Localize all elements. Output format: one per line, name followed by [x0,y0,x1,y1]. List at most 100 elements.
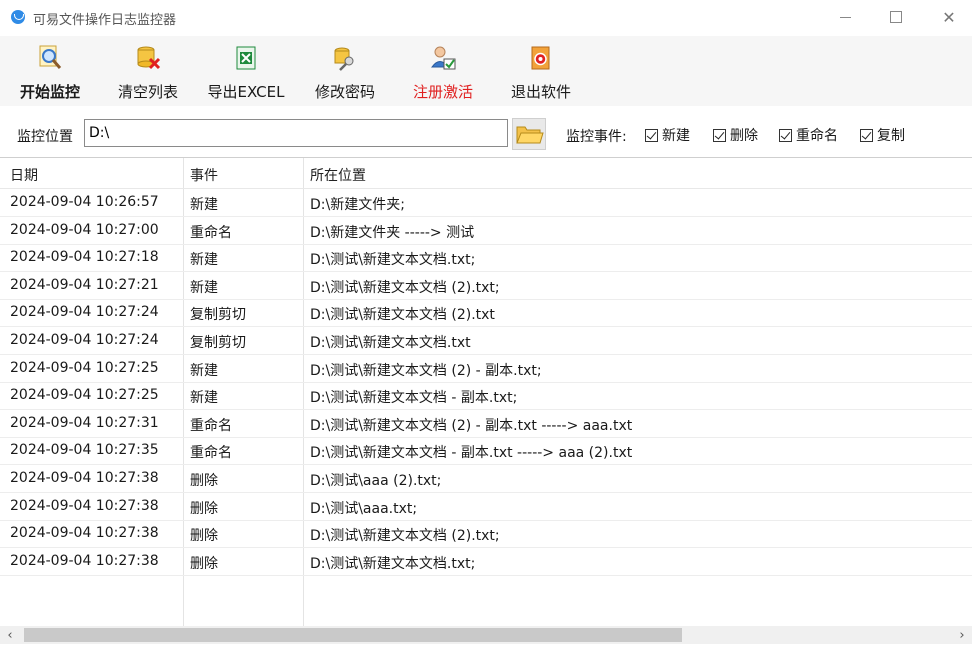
checkbox-checked-icon [713,128,726,142]
checkbox-checked-icon [860,128,873,142]
export-excel-label: 导出EXCEL [207,83,285,101]
maximize-button[interactable] [873,0,919,34]
table-row[interactable]: 2024-09-04 10:27:24 复制剪切 D:\测试\新建文本文档.txt [0,327,972,355]
event-checkbox-label: 新建 [662,128,690,144]
clear-database-icon [135,45,161,71]
exit-icon [528,45,554,71]
clear-list-button[interactable]: 清空列表 [116,42,180,104]
event-checkbox-label: 复制 [877,128,905,144]
folder-icon [516,126,544,144]
event-checkbox-rename[interactable]: 重命名 [779,125,838,145]
cell-event: 删除 [190,473,218,489]
table-row[interactable]: 2024-09-04 10:27:31 重命名 D:\测试\新建文本文档 (2) -… [0,410,972,438]
checkbox-checked-icon [645,128,658,142]
toolbar: 开始监控 清空列表 导出EXCEL 修改密码 注册激活 退出软件 [0,36,972,106]
table-row[interactable]: 2024-09-04 10:27:38 删除 D:\测试\新建文本文档.txt; [0,548,972,576]
horizontal-scrollbar[interactable]: ‹ › [0,626,972,644]
cell-date: 2024-09-04 10:27:25 [10,387,159,404]
cell-location: D:\测试\新建文本文档.txt; [310,555,476,572]
cell-date: 2024-09-04 10:27:21 [10,276,159,293]
table-row[interactable]: 2024-09-04 10:27:25 新建 D:\测试\新建文本文档 (2) - … [0,355,972,383]
minimize-button[interactable] [822,0,868,34]
window-title: 可易文件操作日志监控器 [33,13,177,28]
close-button[interactable]: ✕ [926,0,972,34]
cell-event: 重命名 [190,445,232,462]
cell-event: 新建 [190,362,218,379]
cell-date: 2024-09-04 10:27:38 [10,470,159,486]
monitor-path-input[interactable] [84,119,508,147]
maximize-icon [890,11,902,23]
cell-event: 重命名 [190,224,232,241]
cell-location: D:\新建文件夹 -----> 测试 [310,224,475,241]
column-header-event[interactable]: 事件 [190,165,218,185]
cell-event: 删除 [190,528,218,545]
monitor-events-label: 监控事件: [566,129,627,145]
register-activate-button[interactable]: 注册激活 [411,42,475,104]
table-row[interactable]: 2024-09-04 10:27:35 重命名 D:\测试\新建文本文档 - 副本.… [0,437,972,466]
cell-event: 删除 [190,500,218,517]
log-list[interactable]: 日期 事件 所在位置 2024-09-04 10:26:57 新建 D:\新建文件夹… [0,157,972,626]
exit-app-label: 退出软件 [510,83,571,101]
cell-date: 2024-09-04 10:27:00 [10,221,159,238]
export-excel-button[interactable]: 导出EXCEL [206,42,286,104]
cell-location: D:\测试\aaa.txt; [310,500,418,517]
close-icon: ✕ [942,7,956,27]
cell-location: D:\测试\新建文本文档 (2) - 副本.txt -----> aaa.txt [310,417,633,434]
title-bar: 可易文件操作日志监控器 ✕ [0,0,972,34]
cell-date: 2024-09-04 10:26:57 [10,194,159,210]
cell-event: 复制剪切 [190,335,246,351]
cell-location: D:\测试\新建文本文档 - 副本.txt; [310,390,518,407]
cell-location: D:\测试\新建文本文档.txt; [310,252,476,269]
table-row[interactable]: 2024-09-04 10:26:57 新建 D:\新建文件夹; [0,189,972,217]
key-icon [332,45,358,71]
cell-event: 新建 [190,279,218,296]
cell-location: D:\测试\新建文本文档 (2).txt [310,307,495,324]
table-row[interactable]: 2024-09-04 10:27:21 新建 D:\测试\新建文本文档 (2).tx… [0,272,972,300]
cell-date: 2024-09-04 10:27:35 [10,442,159,459]
event-checkbox-copy[interactable]: 复制 [860,125,905,145]
event-checkbox-delete[interactable]: 删除 [713,125,758,145]
event-checkbox-label: 重命名 [796,128,838,144]
user-check-icon [430,45,456,71]
start-monitor-button[interactable]: 开始监控 [18,42,82,104]
event-checkbox-create[interactable]: 新建 [645,125,690,145]
table-row[interactable]: 2024-09-04 10:27:38 删除 D:\测试\aaa.txt; [0,493,972,521]
chevron-right-icon: › [959,627,965,643]
table-row[interactable]: 2024-09-04 10:27:18 新建 D:\测试\新建文本文档.txt; [0,244,972,273]
chevron-left-icon: ‹ [7,627,13,643]
cell-event: 新建 [190,197,218,213]
column-header-location[interactable]: 所在位置 [310,165,366,185]
cell-date: 2024-09-04 10:27:24 [10,332,159,348]
column-header-date[interactable]: 日期 [10,165,38,185]
table-row[interactable]: 2024-09-04 10:27:38 删除 D:\测试\新建文本文档 (2).tx… [0,520,972,549]
scroll-left-button[interactable]: ‹ [0,626,20,644]
cell-location: D:\测试\新建文本文档 (2).txt; [310,279,500,296]
cell-location: D:\测试\新建文本文档 (2).txt; [310,528,500,545]
browse-folder-button[interactable] [512,118,546,150]
cell-date: 2024-09-04 10:27:38 [10,525,159,542]
start-monitor-label: 开始监控 [19,83,80,101]
change-password-label: 修改密码 [314,83,375,101]
scroll-thumb[interactable] [24,628,682,642]
table-row[interactable]: 2024-09-04 10:27:25 新建 D:\测试\新建文本文档 - 副本.t… [0,382,972,411]
cell-location: D:\测试\新建文本文档 - 副本.txt -----> aaa (2).txt [310,445,633,462]
cell-date: 2024-09-04 10:27:24 [10,304,159,321]
change-password-button[interactable]: 修改密码 [313,42,377,104]
cell-location: D:\测试\新建文本文档.txt [310,335,471,351]
cell-event: 重命名 [190,417,232,434]
monitor-path-label: 监控位置 [17,129,73,145]
minimize-icon [839,16,851,18]
table-row[interactable]: 2024-09-04 10:27:24 复制剪切 D:\测试\新建文本文档 (2).… [0,299,972,328]
cell-event: 删除 [190,555,218,572]
scroll-right-button[interactable]: › [952,626,972,644]
table-row[interactable]: 2024-09-04 10:27:38 删除 D:\测试\aaa (2).txt; [0,465,972,493]
checkbox-checked-icon [779,128,792,142]
cell-event: 新建 [190,252,218,269]
cell-date: 2024-09-04 10:27:25 [10,359,159,376]
magnifier-icon [37,45,63,71]
cell-event: 复制剪切 [190,307,246,324]
table-row[interactable]: 2024-09-04 10:27:00 重命名 D:\新建文件夹 -----> 测试 [0,217,972,245]
monitor-path-bar: 监控位置 监控事件: 新建 删除 重命名 复制 [0,114,972,156]
exit-app-button[interactable]: 退出软件 [509,42,573,104]
register-activate-label: 注册激活 [412,83,473,101]
